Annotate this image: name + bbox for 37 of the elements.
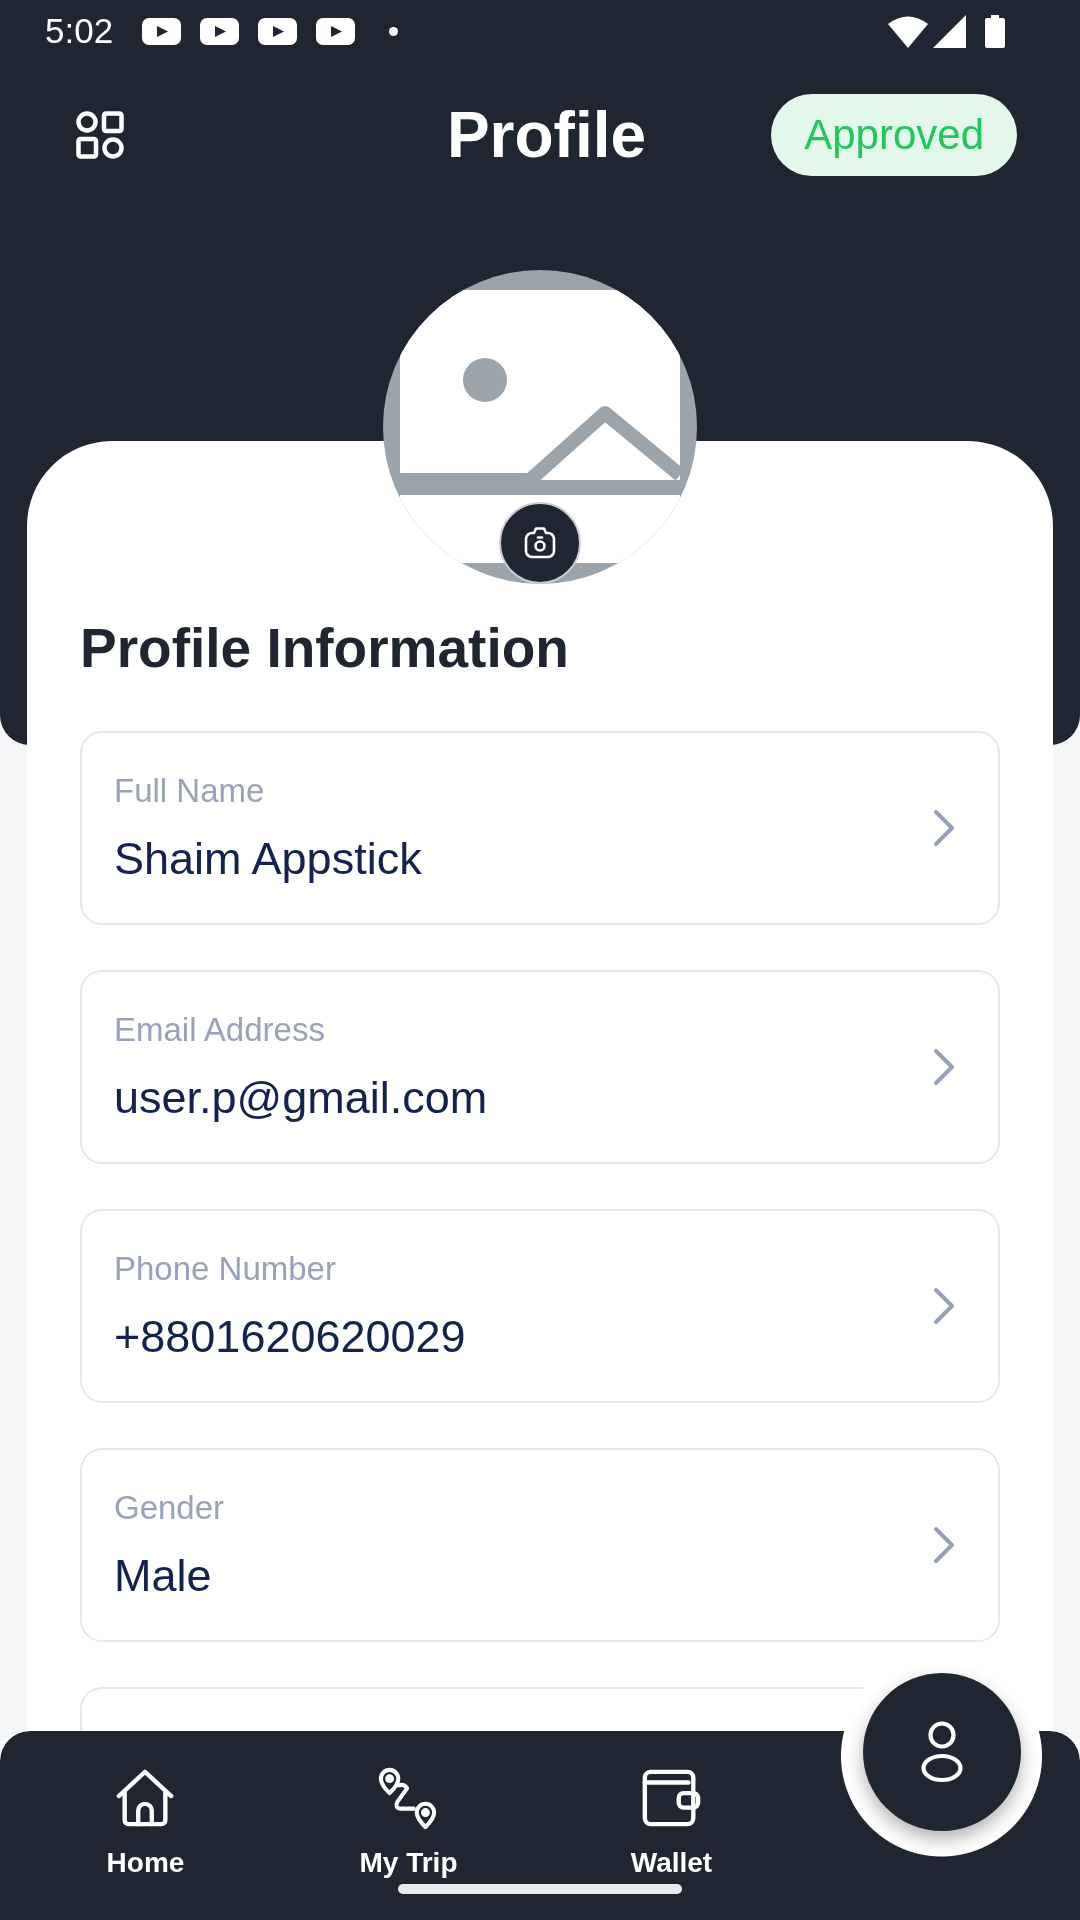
video-play-icon [316, 17, 356, 45]
video-play-icon [200, 17, 240, 45]
field-label: Gender [114, 1490, 225, 1526]
profile-field-row[interactable]: Gender Male [80, 1448, 1000, 1642]
field-label: Email Address [114, 1012, 326, 1048]
field-label: Full Name [114, 773, 266, 809]
page-title: Profile [446, 98, 647, 173]
field-value: +8801620620029 [114, 1313, 466, 1361]
camera-icon [523, 526, 557, 560]
wallet-icon [640, 1767, 703, 1829]
field-value: user.p@gmail.com [114, 1074, 488, 1122]
battery-icon [985, 14, 1005, 48]
chevron-right-icon [933, 1287, 955, 1325]
video-play-icon [258, 17, 298, 45]
notification-dot-icon [389, 26, 399, 36]
wifi-icon [888, 14, 928, 48]
profile-field-row[interactable]: Full Name Shaim Appstick [80, 731, 1000, 925]
field-label: Phone Number [114, 1251, 337, 1287]
menu-button[interactable] [76, 111, 124, 159]
field-value: Male [114, 1552, 213, 1600]
nav-tab[interactable]: Home [106, 1767, 185, 1880]
status-time: 5:02 [45, 11, 114, 51]
person-icon [920, 1721, 963, 1783]
nav-tab[interactable]: Wallet [630, 1767, 713, 1880]
field-value: Shaim Appstick [114, 835, 422, 883]
section-title: Profile Information [80, 616, 570, 680]
video-play-icon [142, 17, 182, 45]
profile-field-row[interactable]: Email Address user.p@gmail.com [80, 970, 1000, 1164]
profile-field-row[interactable]: Phone Number +8801620620029 [80, 1209, 1000, 1403]
nav-tab[interactable]: My Trip [359, 1767, 458, 1880]
signal-icon [933, 14, 966, 48]
chevron-right-icon [933, 1048, 955, 1086]
profile-field-row[interactable] [80, 1687, 863, 1731]
grid-icon [76, 111, 124, 159]
chevron-right-icon [933, 809, 955, 847]
status-badge: Approved [771, 94, 1017, 176]
chevron-right-icon [933, 1526, 955, 1564]
